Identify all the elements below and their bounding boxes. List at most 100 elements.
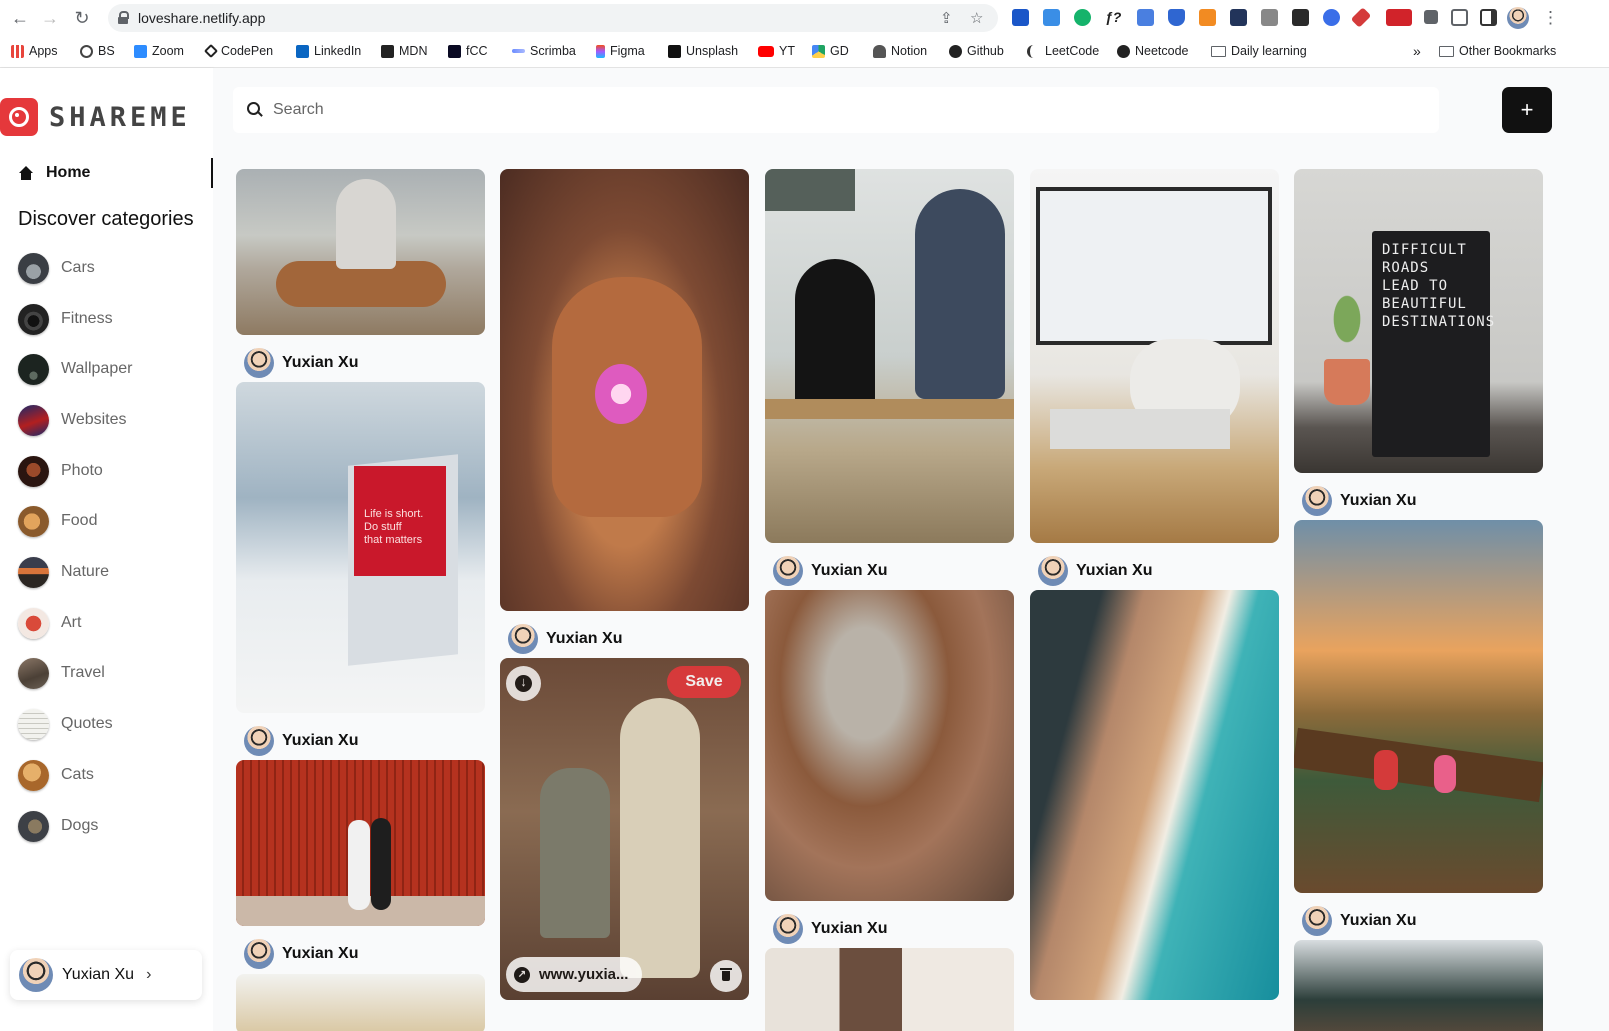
extension-icon[interactable] [1350,7,1372,28]
pin-card[interactable]: Yuxian Xu [236,169,485,383]
pin-image[interactable] [1294,520,1543,893]
forward-arrow-icon[interactable]: → [38,6,62,30]
profile-avatar-icon[interactable] [1507,7,1529,29]
back-arrow-icon[interactable]: ← [8,6,32,30]
sidebar-item-travel[interactable]: Travel [18,656,105,690]
save-button[interactable]: Save [667,666,741,698]
sidebar-item-fitness[interactable]: Fitness [18,302,113,336]
pin-image[interactable]: Save ↗www.yuxia... [500,658,749,1000]
extension-icon[interactable] [1199,9,1216,26]
sidebar-item-art[interactable]: Art [18,606,81,640]
address-bar[interactable]: loveshare.netlify.app ⇪ ☆ [108,4,998,32]
pin-author[interactable]: Yuxian Xu [236,721,485,761]
translate-icon[interactable] [1137,9,1154,26]
pin-author[interactable]: Yuxian Xu [1294,481,1543,521]
pin-card[interactable]: Yuxian Xu [236,760,485,974]
extension-icon[interactable] [1043,9,1060,26]
user-profile-card[interactable]: Yuxian Xu › [10,950,202,1000]
shield-icon[interactable] [1168,9,1185,26]
pin-author[interactable]: Yuxian Xu [236,934,485,974]
header-avatar[interactable] [1441,87,1490,133]
pin-image[interactable] [765,948,1014,1031]
bookmark-codepen[interactable]: CodePen [203,42,273,60]
kebab-menu-icon[interactable]: ⋮ [1542,8,1559,28]
bookmark-scrimba[interactable]: Scrimba [512,42,576,60]
extension-icon[interactable] [1012,9,1029,26]
pin-card[interactable] [236,974,485,1031]
sidebar-item-photo[interactable]: Photo [18,454,103,488]
mail-badge-icon[interactable] [1386,9,1412,26]
pin-author[interactable]: Yuxian Xu [765,909,1014,949]
share-icon[interactable]: ⇪ [940,9,953,27]
pin-image[interactable] [765,590,1014,901]
sidebar-item-quotes[interactable]: Quotes [18,707,113,741]
bookmark-unsplash[interactable]: Unsplash [668,42,738,60]
bookmark-yt[interactable]: YT [758,42,795,60]
sidebar-item-wallpaper[interactable]: Wallpaper [18,352,132,386]
camera-icon[interactable] [1261,9,1278,26]
puzzle-icon[interactable] [1424,10,1438,24]
search-input[interactable] [273,101,1373,119]
pin-card[interactable]: DIFFICULT ROADS LEAD TO BEAUTIFUL DESTIN… [1294,169,1543,521]
download-icon[interactable] [506,666,541,701]
bookmark-notion[interactable]: Notion [873,42,927,60]
bookmark-bs[interactable]: BS [80,42,115,60]
address-url[interactable]: loveshare.netlify.app [138,10,265,26]
bookmark-other[interactable]: Other Bookmarks [1439,42,1556,60]
bookmark-fcc[interactable]: fCC [448,42,488,60]
pin-image[interactable] [1030,590,1279,1000]
pin-image[interactable]: Life is short. Do stuff that matters [236,382,485,713]
pin-image[interactable] [236,974,485,1031]
grammarly-icon[interactable] [1074,9,1091,26]
pin-card[interactable]: Yuxian Xu [500,169,749,659]
extension-icon[interactable]: ƒ? [1105,9,1122,26]
pin-author[interactable]: Yuxian Xu [765,551,1014,591]
pin-card[interactable] [1294,940,1543,1031]
bookmark-mdn[interactable]: MDN [381,42,427,60]
bookmark-linkedin[interactable]: LinkedIn [296,42,361,60]
sidebar-item-dogs[interactable]: Dogs [18,809,98,843]
search-bar[interactable] [233,87,1439,133]
pin-card[interactable]: Yuxian Xu [765,590,1014,949]
pin-author[interactable]: Yuxian Xu [500,619,749,659]
side-panel-icon[interactable] [1480,9,1497,26]
sidebar-item-food[interactable]: Food [18,504,97,538]
bookmark-daily-learning[interactable]: Daily learning [1211,42,1307,60]
sidebar-item-nature[interactable]: Nature [18,555,109,589]
bookmark-zoom[interactable]: Zoom [134,42,184,60]
reading-list-icon[interactable] [1451,9,1468,26]
pin-card[interactable] [1030,590,1279,1000]
pin-card[interactable]: Yuxian Xu [765,169,1014,591]
bookmark-apps[interactable]: Apps [11,42,58,60]
pin-card-hovered[interactable]: Save ↗www.yuxia... [500,658,749,1000]
destination-link[interactable]: ↗ www.yuxia... [506,957,643,992]
pin-author[interactable]: Yuxian Xu [236,343,485,383]
bookmark-star-icon[interactable]: ☆ [970,9,983,27]
bookmark-github[interactable]: Github [949,42,1004,60]
add-pin-button[interactable]: + [1502,87,1552,133]
extension-icon[interactable] [1230,9,1247,26]
reload-icon[interactable]: ↻ [70,6,94,30]
delete-icon[interactable] [710,960,742,992]
pin-card[interactable]: Yuxian Xu [1030,169,1279,591]
pin-image[interactable]: DIFFICULT ROADS LEAD TO BEAUTIFUL DESTIN… [1294,169,1543,473]
extension-icon[interactable] [1292,9,1309,26]
pin-author[interactable]: Yuxian Xu [1030,551,1279,591]
pin-author[interactable]: Yuxian Xu [1294,901,1543,941]
pin-image[interactable] [765,169,1014,543]
pin-image[interactable] [1030,169,1279,543]
logo[interactable]: SHAREME [0,96,191,138]
extension-icon[interactable] [1323,9,1340,26]
sidebar-item-cats[interactable]: Cats [18,758,94,792]
sidebar-item-cars[interactable]: Cars [18,251,95,285]
pin-card[interactable]: Yuxian Xu [1294,520,1543,941]
pin-image[interactable] [500,169,749,611]
bookmark-figma[interactable]: Figma [596,42,645,60]
sidebar-item-home[interactable]: Home [18,158,213,188]
pin-image[interactable] [236,760,485,926]
bookmarks-overflow[interactable]: » [1413,42,1421,60]
pin-card[interactable]: Life is short. Do stuff that matters Yux… [236,382,485,761]
pin-card[interactable] [765,948,1014,1031]
pin-image[interactable] [1294,940,1543,1031]
bookmark-neetcode[interactable]: Neetcode [1117,42,1189,60]
